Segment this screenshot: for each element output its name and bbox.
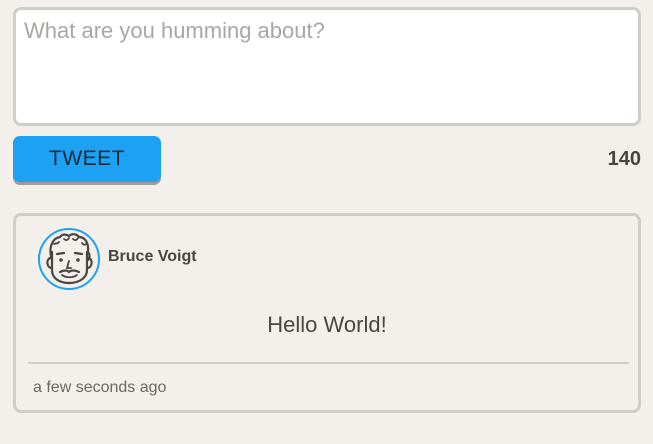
tweet-timestamp: a few seconds ago (33, 379, 167, 396)
tweet-input[interactable] (16, 10, 638, 123)
compose-box (13, 7, 641, 126)
tweet-button[interactable]: TWEET (13, 136, 161, 182)
avatar (38, 228, 100, 290)
cartoon-face-avatar-icon (46, 233, 93, 285)
divider (28, 362, 629, 364)
character-counter: 140 (607, 148, 641, 170)
tweet-card: Bruce Voigt Hello World! a few seconds a… (13, 213, 641, 413)
tweet-text: Hello World! (267, 312, 387, 337)
author-name[interactable]: Bruce Voigt (108, 248, 197, 266)
